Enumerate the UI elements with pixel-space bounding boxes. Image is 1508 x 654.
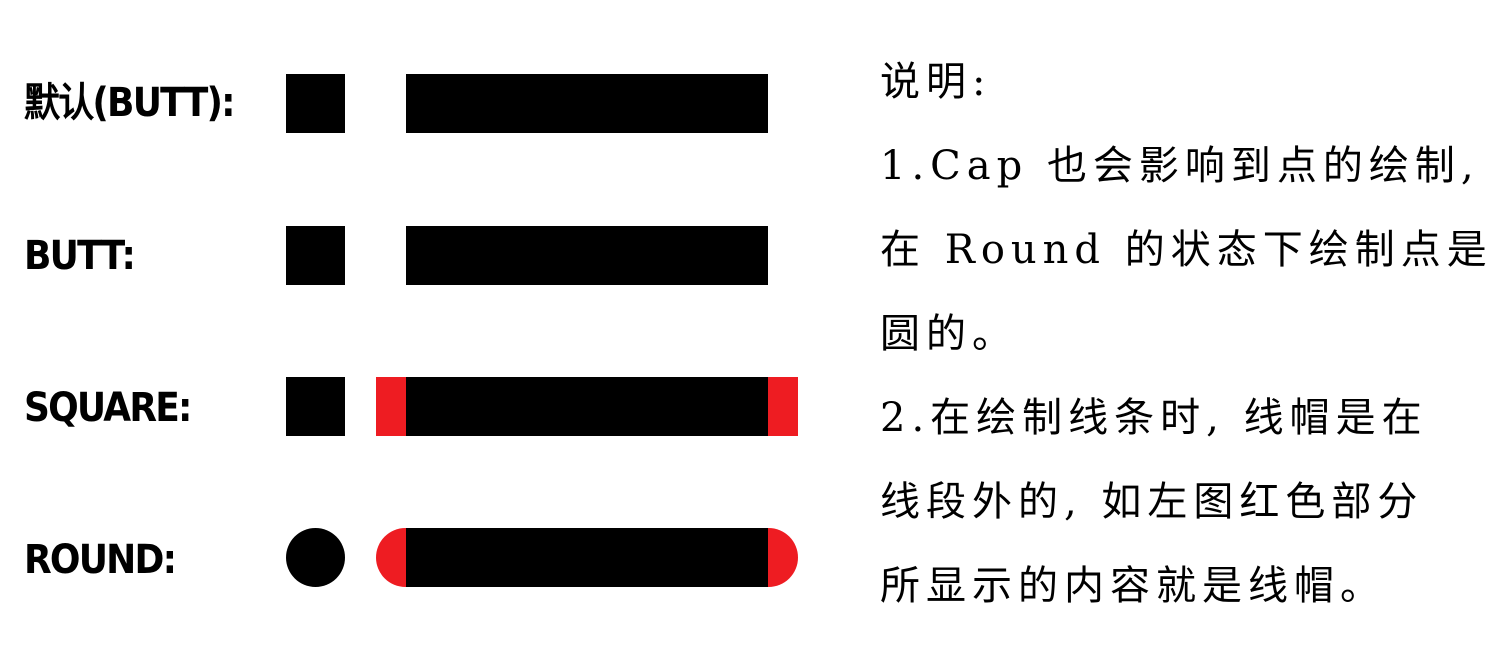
round-cap-right (768, 528, 798, 587)
notes-heading: 说明: (880, 59, 992, 105)
point-butt (286, 226, 345, 285)
point-round (286, 528, 345, 587)
line-square (406, 377, 768, 436)
line-round (406, 528, 768, 587)
notes-line-4: 2.在绘制线条时, 线帽是在 (880, 395, 1428, 441)
square-cap-right (768, 377, 798, 436)
notes-line-2: 在 Round 的状态下绘制点是 (880, 227, 1493, 273)
line-butt (406, 226, 768, 285)
point-default-butt (286, 74, 345, 133)
notes-line-5: 线段外的, 如左图红色部分 (880, 479, 1424, 525)
row-label-round: ROUND: (24, 537, 177, 583)
point-square (286, 377, 345, 436)
notes-line-3: 圆的。 (880, 311, 1018, 357)
notes-line-6: 所显示的内容就是线帽。 (880, 563, 1386, 609)
row-label-square: SQUARE: (24, 385, 192, 431)
row-label-default-butt: 默认(BUTT): (24, 80, 236, 126)
notes-line-1: 1.Cap 也会影响到点的绘制, (880, 143, 1480, 189)
line-default-butt (406, 74, 768, 133)
notes-panel: 说明: 1.Cap 也会影响到点的绘制, 在 Round 的状态下绘制点是 圆的… (880, 40, 1490, 628)
square-cap-left (376, 377, 406, 436)
round-cap-left (376, 528, 406, 587)
row-label-butt: BUTT: (24, 233, 136, 279)
